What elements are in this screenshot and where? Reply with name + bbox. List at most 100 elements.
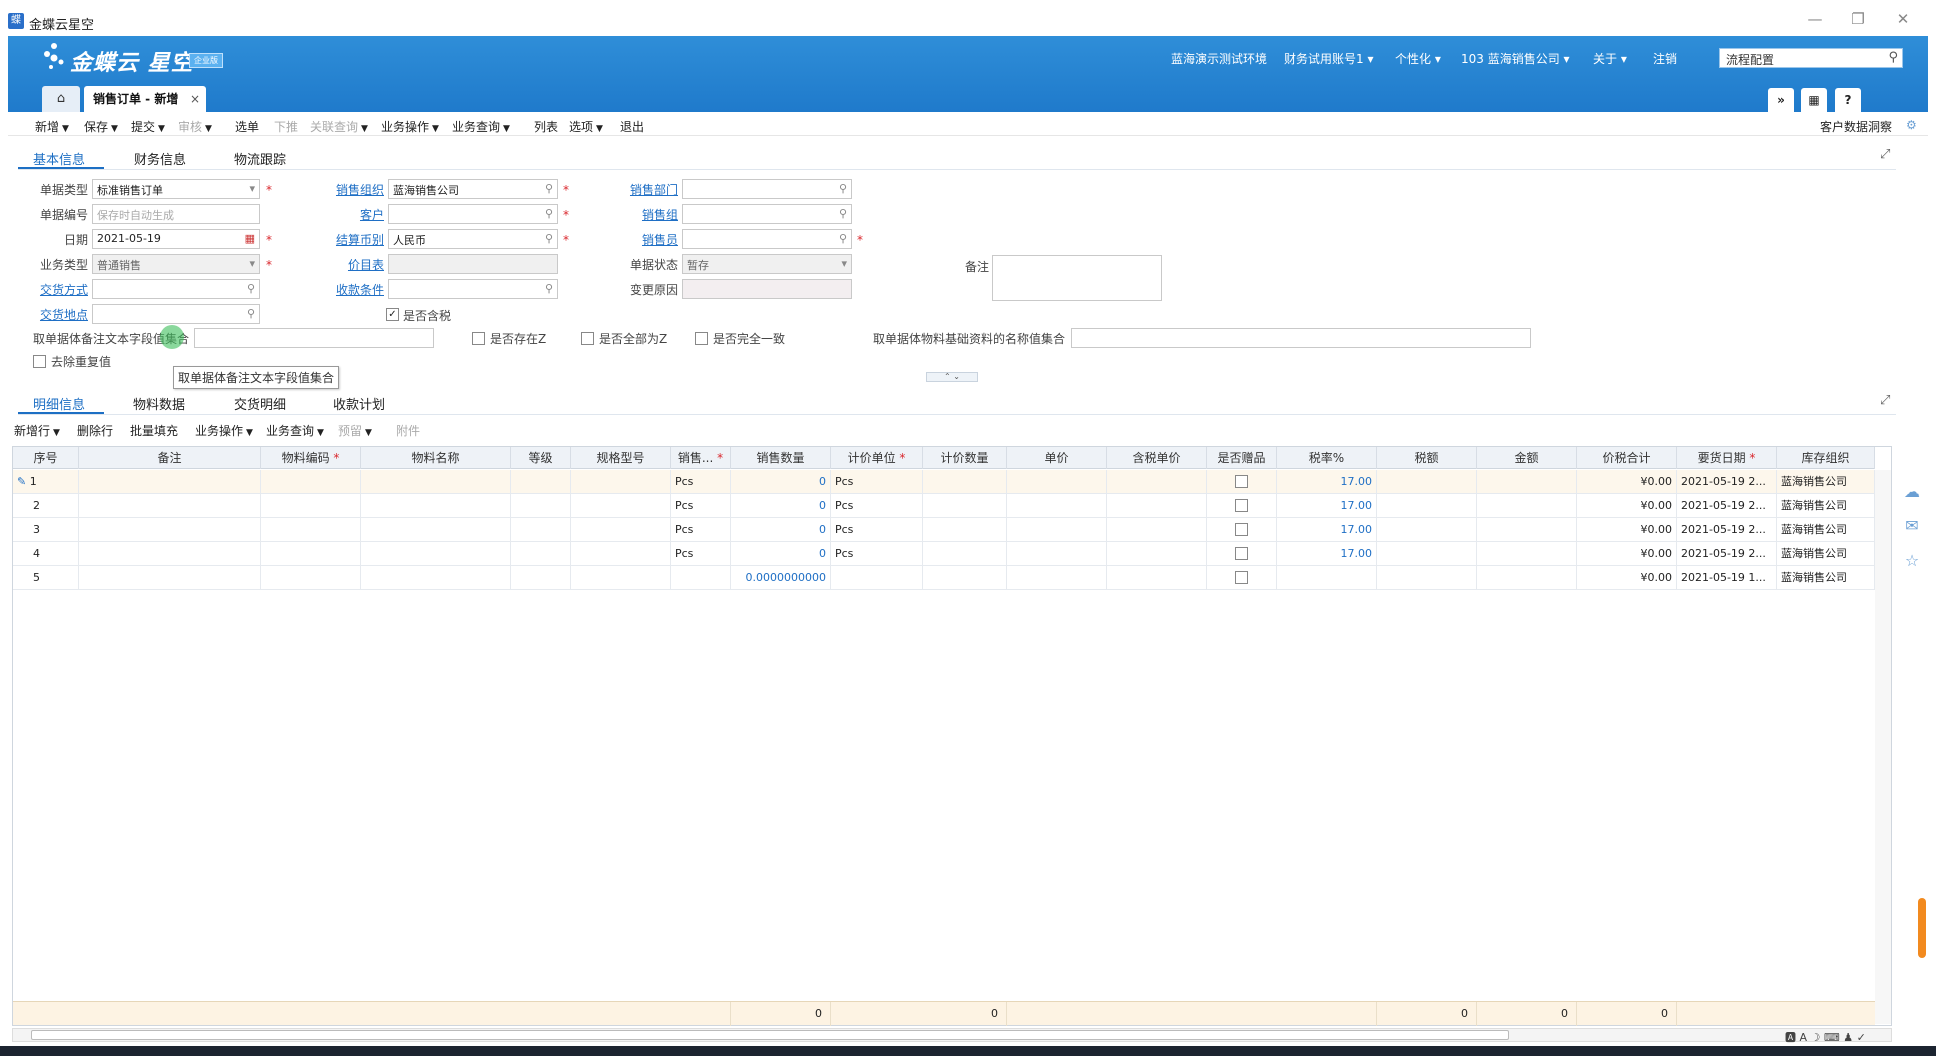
table-row[interactable]: ✎ 1 Pcs 0 Pcs 17.00 ¥0.00 2021-05-19 2..… [13,470,1875,494]
expand-icon[interactable]: ⤢ [1880,393,1890,408]
grid-biz-query-menu[interactable]: 业务查询 ▼ [266,422,324,439]
cell-price-unit[interactable]: Pcs [831,542,923,566]
cell-stock-org[interactable]: 蓝海销售公司 [1777,542,1875,566]
cell-tax-price[interactable] [1107,470,1207,494]
cell-sales-qty[interactable]: 0 [731,518,831,542]
bill-type-select[interactable]: 标准销售订单 ▾ [92,179,260,199]
minimize-icon[interactable]: — [1800,10,1830,28]
tab-finance-info[interactable]: 财务信息 [134,149,186,168]
grid-biz-op-menu[interactable]: 业务操作 ▼ [195,422,253,439]
cell-delivery-date[interactable]: 2021-05-19 2... [1677,494,1777,518]
col-grade[interactable]: 等级 [511,447,571,469]
payment-terms-input[interactable]: ⚲ [388,279,558,299]
cell-sales-unit[interactable]: Pcs [671,518,731,542]
cell-material-code[interactable] [261,566,361,590]
cell-grade[interactable] [511,470,571,494]
cell-sales-unit[interactable] [671,566,731,590]
grid-vertical-scrollbar[interactable] [1875,470,1891,1024]
sales-dept-link[interactable]: 销售部门 [610,181,678,198]
customer-link[interactable]: 客户 [320,206,384,223]
cell-amount[interactable] [1477,542,1577,566]
payment-terms-link[interactable]: 收款条件 [320,281,384,298]
cell-tax-rate[interactable]: 17.00 [1277,542,1377,566]
table-row[interactable]: 3 Pcs 0 Pcs 17.00 ¥0.00 2021-05-19 2... … [13,518,1875,542]
cell-is-gift[interactable] [1207,470,1277,494]
col-delivery-date[interactable]: 要货日期 * [1677,447,1777,469]
cell-remark[interactable] [79,518,261,542]
cell-tax-amount[interactable] [1377,494,1477,518]
cell-sales-qty[interactable]: 0.0000000000 [731,566,831,590]
cell-spec[interactable] [571,566,671,590]
cell-amount[interactable] [1477,494,1577,518]
exit-button[interactable]: 退出 [620,118,644,135]
cell-sales-qty[interactable]: 0 [731,470,831,494]
col-material-name[interactable]: 物料名称 [361,447,511,469]
sales-order-tab[interactable]: 销售订单 - 新增 × [84,86,206,112]
bill-status-select[interactable]: 暂存 ▾ [682,254,852,274]
cell-amount[interactable] [1477,470,1577,494]
col-seq[interactable]: 序号 [13,447,79,469]
cell-material-name[interactable] [361,470,511,494]
cell-remark[interactable] [79,470,261,494]
logout-link[interactable]: 注销 [1653,50,1677,67]
tab-logistics[interactable]: 物流跟踪 [234,149,286,168]
cell-remark[interactable] [79,542,261,566]
cell-material-name[interactable] [361,566,511,590]
cell-sales-qty[interactable]: 0 [731,494,831,518]
close-tab-icon[interactable]: × [190,86,200,112]
table-row[interactable]: 2 Pcs 0 Pcs 17.00 ¥0.00 2021-05-19 2... … [13,494,1875,518]
delivery-place-input[interactable]: ⚲ [92,304,260,324]
delete-row-button[interactable]: 删除行 [77,422,113,439]
tab-payment-plan[interactable]: 收款计划 [333,394,385,413]
cell-material-code[interactable] [261,542,361,566]
gift-checkbox[interactable] [1235,571,1248,584]
add-row-button[interactable]: 新增行 ▼ [14,422,60,439]
cell-price-qty[interactable] [923,470,1007,494]
cell-price-unit[interactable]: Pcs [831,518,923,542]
cell-total[interactable]: ¥0.00 [1577,470,1677,494]
personalize-menu[interactable]: 个性化 ▾ [1395,50,1441,67]
cell-stock-org[interactable]: 蓝海销售公司 [1777,470,1875,494]
tax-included-checkbox[interactable]: ✓ [386,308,399,321]
cell-price-qty[interactable] [923,542,1007,566]
delivery-method-input[interactable]: ⚲ [92,279,260,299]
cell-unit-price[interactable] [1007,542,1107,566]
sales-group-input[interactable]: ⚲ [682,204,852,224]
expand-icon[interactable]: ⤢ [1880,147,1890,162]
cell-spec[interactable] [571,542,671,566]
all-z-checkbox[interactable] [581,332,594,345]
search-icon[interactable]: ⚲ [1888,50,1898,65]
audit-button[interactable]: 审核 ▼ [178,118,212,135]
cell-delivery-date[interactable]: 2021-05-19 2... [1677,542,1777,566]
account-menu[interactable]: 财务试用账号1 ▾ [1284,50,1373,67]
cell-price-qty[interactable] [923,518,1007,542]
cell-remark[interactable] [79,494,261,518]
submit-button[interactable]: 提交 ▼ [131,118,165,135]
cell-delivery-date[interactable]: 2021-05-19 2... [1677,470,1777,494]
chat-icon[interactable]: ✉ [1902,516,1922,536]
cell-stock-org[interactable]: 蓝海销售公司 [1777,518,1875,542]
currency-input[interactable]: 人民币 ⚲ [388,229,558,249]
cell-is-gift[interactable] [1207,494,1277,518]
cell-is-gift[interactable] [1207,566,1277,590]
col-price-unit[interactable]: 计价单位 * [831,447,923,469]
list-button[interactable]: 列表 [534,118,558,135]
close-window-icon[interactable]: ✕ [1888,10,1918,28]
col-amount[interactable]: 金额 [1477,447,1577,469]
cell-tax-price[interactable] [1107,542,1207,566]
cell-tax-rate[interactable]: 17.00 [1277,470,1377,494]
star-icon[interactable]: ☆ [1902,551,1922,571]
related-query-button[interactable]: 关联查询 ▼ [310,118,368,135]
cell-price-unit[interactable]: Pcs [831,470,923,494]
cell-material-code[interactable] [261,470,361,494]
change-reason-input[interactable] [682,279,852,299]
sales-group-link[interactable]: 销售组 [610,206,678,223]
cell-tax-amount[interactable] [1377,566,1477,590]
customer-insight-link[interactable]: 客户数据洞察 [1820,118,1892,135]
cell-price-qty[interactable] [923,494,1007,518]
cell-material-name[interactable] [361,494,511,518]
col-tax-price[interactable]: 含税单价 [1107,447,1207,469]
table-row[interactable]: 5 0.0000000000 ¥0.00 2021-05-19 1... 蓝海销… [13,566,1875,590]
cell-tax-rate[interactable]: 17.00 [1277,494,1377,518]
cell-total[interactable]: ¥0.00 [1577,518,1677,542]
